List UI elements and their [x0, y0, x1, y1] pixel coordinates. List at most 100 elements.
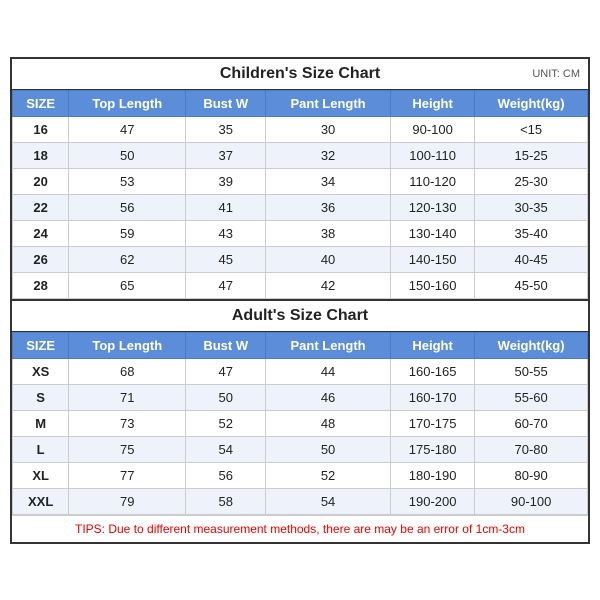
table-cell: 130-140 [391, 220, 475, 246]
table-cell: 40-45 [475, 246, 588, 272]
table-cell: 110-120 [391, 168, 475, 194]
table-cell: 46 [266, 384, 391, 410]
table-cell: 140-150 [391, 246, 475, 272]
table-cell: 30 [266, 116, 391, 142]
adults-col-weight: Weight(kg) [475, 332, 588, 358]
table-cell: 50-55 [475, 358, 588, 384]
table-row: M735248170-17560-70 [13, 410, 588, 436]
children-title: Children's Size Chart [220, 65, 380, 83]
table-cell: 70-80 [475, 436, 588, 462]
table-cell: 75 [69, 436, 186, 462]
table-cell: 15-25 [475, 142, 588, 168]
table-cell: 65 [69, 272, 186, 298]
table-cell: 36 [266, 194, 391, 220]
table-cell: 28 [13, 272, 69, 298]
table-cell: 50 [69, 142, 186, 168]
table-cell: XS [13, 358, 69, 384]
children-title-row: Children's Size Chart UNIT: CM [12, 59, 588, 90]
table-cell: L [13, 436, 69, 462]
table-cell: 47 [186, 272, 266, 298]
table-cell: 37 [186, 142, 266, 168]
table-cell: 175-180 [391, 436, 475, 462]
children-col-pant-length: Pant Length [266, 90, 391, 116]
table-cell: 26 [13, 246, 69, 272]
children-col-weight: Weight(kg) [475, 90, 588, 116]
table-cell: 45-50 [475, 272, 588, 298]
table-row: 26624540140-15040-45 [13, 246, 588, 272]
table-cell: 24 [13, 220, 69, 246]
table-cell: 150-160 [391, 272, 475, 298]
table-cell: 44 [266, 358, 391, 384]
table-cell: 41 [186, 194, 266, 220]
adults-col-bust-w: Bust W [186, 332, 266, 358]
table-cell: 52 [186, 410, 266, 436]
table-cell: 170-175 [391, 410, 475, 436]
table-cell: 47 [69, 116, 186, 142]
children-col-bust-w: Bust W [186, 90, 266, 116]
table-cell: 54 [186, 436, 266, 462]
table-cell: S [13, 384, 69, 410]
table-row: S715046160-17055-60 [13, 384, 588, 410]
table-cell: 180-190 [391, 462, 475, 488]
table-row: XS684744160-16550-55 [13, 358, 588, 384]
table-cell: 73 [69, 410, 186, 436]
table-cell: XL [13, 462, 69, 488]
table-cell: 68 [69, 358, 186, 384]
table-cell: 50 [266, 436, 391, 462]
table-cell: 50 [186, 384, 266, 410]
table-cell: 80-90 [475, 462, 588, 488]
adults-col-pant-length: Pant Length [266, 332, 391, 358]
children-header-row: SIZE Top Length Bust W Pant Length Heigh… [13, 90, 588, 116]
table-row: L755450175-18070-80 [13, 436, 588, 462]
tips-row: TIPS: Due to different measurement metho… [12, 515, 588, 542]
table-row: XL775652180-19080-90 [13, 462, 588, 488]
table-cell: 77 [69, 462, 186, 488]
table-cell: 60-70 [475, 410, 588, 436]
adults-col-height: Height [391, 332, 475, 358]
table-cell: 40 [266, 246, 391, 272]
table-cell: 62 [69, 246, 186, 272]
adults-table: SIZE Top Length Bust W Pant Length Heigh… [12, 332, 588, 515]
table-cell: 39 [186, 168, 266, 194]
table-row: 20533934110-12025-30 [13, 168, 588, 194]
adults-col-size: SIZE [13, 332, 69, 358]
table-row: 24594338130-14035-40 [13, 220, 588, 246]
table-cell: 160-170 [391, 384, 475, 410]
adults-title-row: Adult's Size Chart [12, 299, 588, 332]
adults-title: Adult's Size Chart [232, 307, 368, 325]
table-cell: 30-35 [475, 194, 588, 220]
table-cell: 20 [13, 168, 69, 194]
table-cell: 47 [186, 358, 266, 384]
children-col-top-length: Top Length [69, 90, 186, 116]
tips-text: TIPS: Due to different measurement metho… [75, 522, 525, 536]
table-cell: 52 [266, 462, 391, 488]
table-row: 28654742150-16045-50 [13, 272, 588, 298]
table-cell: 56 [186, 462, 266, 488]
table-row: 1647353090-100<15 [13, 116, 588, 142]
table-cell: 42 [266, 272, 391, 298]
table-cell: 90-100 [391, 116, 475, 142]
table-cell: 22 [13, 194, 69, 220]
table-cell: M [13, 410, 69, 436]
children-table: SIZE Top Length Bust W Pant Length Heigh… [12, 90, 588, 299]
table-cell: 53 [69, 168, 186, 194]
table-cell: 38 [266, 220, 391, 246]
table-cell: 25-30 [475, 168, 588, 194]
chart-container: Children's Size Chart UNIT: CM SIZE Top … [10, 57, 590, 544]
table-cell: 43 [186, 220, 266, 246]
table-cell: 48 [266, 410, 391, 436]
table-cell: 120-130 [391, 194, 475, 220]
children-col-height: Height [391, 90, 475, 116]
table-cell: 18 [13, 142, 69, 168]
table-cell: 59 [69, 220, 186, 246]
table-cell: 79 [69, 488, 186, 514]
table-cell: 16 [13, 116, 69, 142]
table-cell: 35-40 [475, 220, 588, 246]
table-cell: 54 [266, 488, 391, 514]
table-cell: 56 [69, 194, 186, 220]
adults-col-top-length: Top Length [69, 332, 186, 358]
table-cell: <15 [475, 116, 588, 142]
unit-label: UNIT: CM [532, 68, 580, 80]
table-cell: 100-110 [391, 142, 475, 168]
table-cell: 90-100 [475, 488, 588, 514]
